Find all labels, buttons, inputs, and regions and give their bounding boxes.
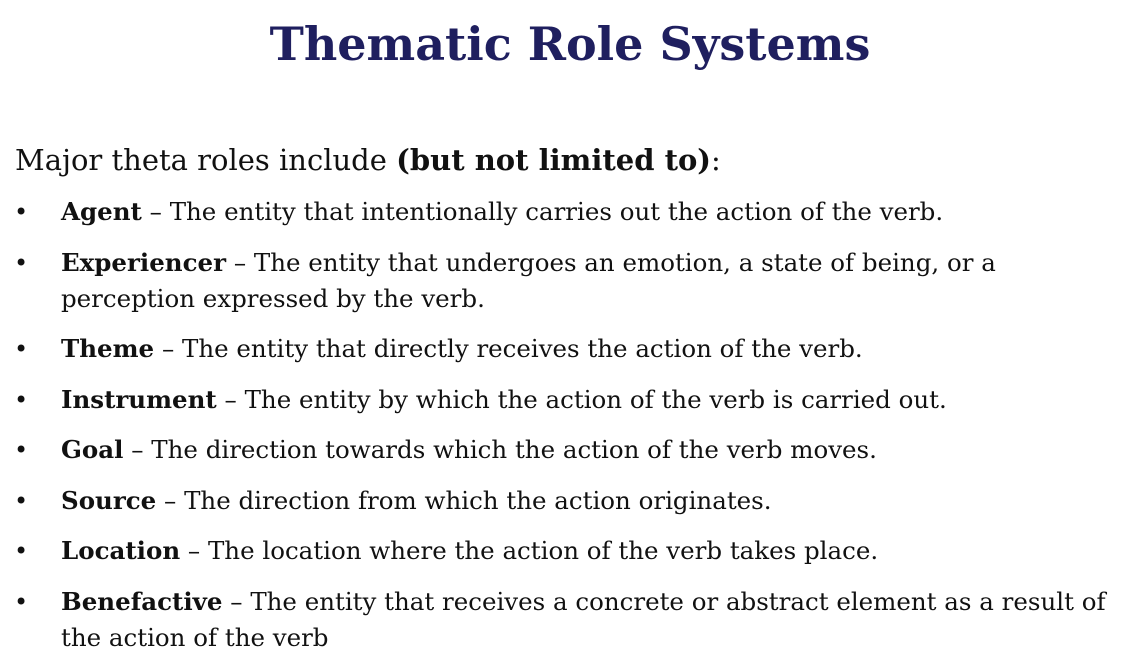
- bullet-icon: •: [14, 486, 29, 515]
- bullet-icon: •: [14, 587, 29, 616]
- intro-lead: Major theta roles include: [15, 143, 397, 177]
- role-item-theme: • Theme – The entity that directly recei…: [0, 331, 1140, 367]
- role-separator: –: [141, 197, 170, 226]
- slide-title: Thematic Role Systems: [269, 17, 871, 71]
- role-item-source: • Source – The direction from which the …: [0, 483, 1140, 519]
- theta-role-list: • Agent – The entity that intentionally …: [0, 194, 1140, 670]
- role-item-location: • Location – The location where the acti…: [0, 533, 1140, 569]
- role-separator: –: [222, 586, 251, 616]
- role-separator: –: [180, 536, 208, 565]
- role-term: Instrument: [61, 384, 217, 414]
- bullet-icon: •: [14, 198, 29, 226]
- role-term: Experiencer: [61, 247, 227, 277]
- role-item-goal: • Goal – The direction towards which the…: [0, 432, 1140, 468]
- slide: Thematic Role Systems Major theta roles …: [0, 0, 1140, 660]
- role-separator: –: [226, 247, 254, 277]
- intro-text: Major theta roles include (but not limit…: [15, 140, 721, 180]
- role-term: Goal: [61, 435, 124, 464]
- bullet-icon: •: [14, 537, 29, 565]
- bullet-icon: •: [14, 436, 29, 464]
- role-term: Agent: [61, 197, 142, 226]
- role-separator: –: [156, 485, 185, 515]
- bullet-icon: •: [14, 385, 29, 414]
- role-term: Location: [61, 536, 181, 565]
- bullet-icon: •: [14, 248, 29, 277]
- role-item-experiencer: • Experiencer – The entity that undergoe…: [0, 245, 1140, 317]
- role-term: Source: [61, 485, 157, 515]
- role-definition: The location where the action of the ver…: [207, 536, 879, 565]
- role-separator: –: [123, 435, 152, 464]
- bullet-icon: •: [14, 335, 29, 363]
- role-definition: The direction towards which the action o…: [151, 435, 877, 464]
- role-separator: –: [154, 334, 182, 363]
- role-item-benefactive: • Benefactive – The entity that receives…: [0, 584, 1140, 656]
- role-item-instrument: • Instrument – The entity by which the a…: [0, 382, 1140, 418]
- role-definition: The direction from which the action orig…: [184, 485, 772, 515]
- intro-colon: :: [711, 143, 721, 177]
- role-item-agent: • Agent – The entity that intentionally …: [0, 194, 1140, 230]
- role-term: Theme: [61, 334, 155, 363]
- role-term: Benefactive: [61, 586, 223, 616]
- role-definition: The entity by which the action of the ve…: [244, 384, 947, 414]
- role-separator: –: [216, 384, 245, 414]
- role-definition: The entity that directly receives the ac…: [181, 334, 863, 363]
- role-definition: The entity that intentionally carries ou…: [169, 197, 944, 226]
- intro-emphasis: (but not limited to): [396, 143, 712, 177]
